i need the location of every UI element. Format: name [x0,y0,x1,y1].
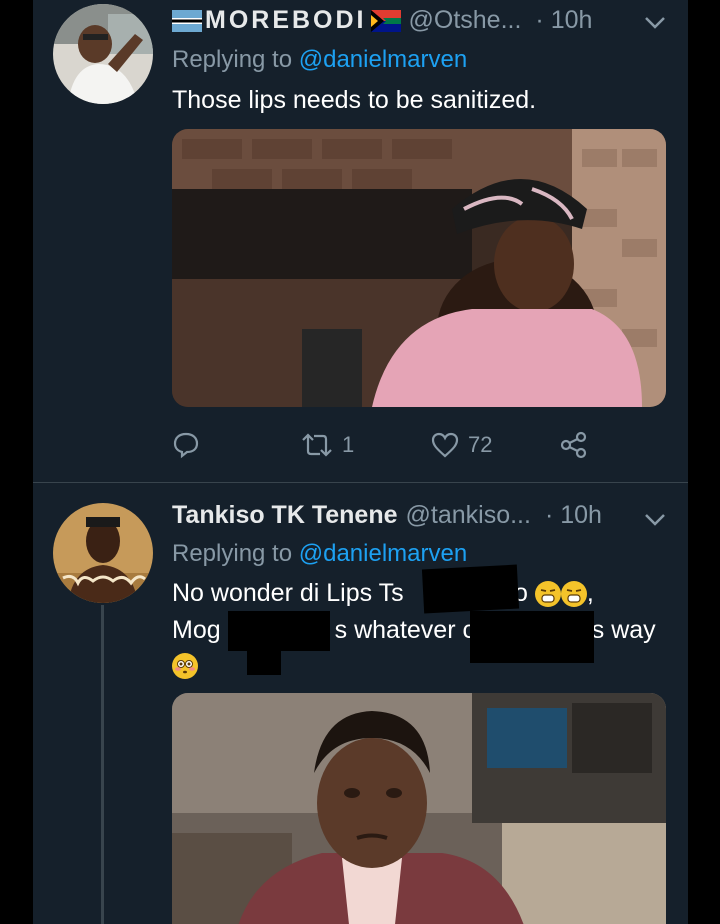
timestamp[interactable]: · 10h [545,501,602,530]
user-handle[interactable]: @tankiso... [406,501,531,530]
tweet-header: Tankiso TK Tenene @tankiso... · 10h [172,501,602,530]
tweet-2[interactable]: Tankiso TK Tenene @tankiso... · 10h Repl… [33,483,688,924]
avatar[interactable] [53,503,153,603]
text-segment: s whatever c [334,616,475,644]
tweet-image[interactable] [172,693,666,924]
retweet-count: 1 [342,432,355,457]
text-segment: , [586,579,594,607]
retweet-icon [302,433,332,457]
replying-to: Replying to @danielmarven [172,540,467,568]
redaction-bar [470,611,594,663]
share-button[interactable] [559,430,589,460]
retweet-button[interactable]: 1 [300,432,354,458]
display-name[interactable]: MOREBODI [205,6,367,35]
avatar[interactable] [53,4,153,104]
replying-to: Replying to @danielmarven [172,46,467,74]
replying-prefix: Replying to [172,540,299,567]
reply-icon [173,432,199,459]
user-handle[interactable]: @Otshe... [409,6,522,35]
south-africa-flag-icon [370,9,401,32]
chevron-down-icon[interactable] [644,10,666,36]
botswana-flag-icon [172,9,202,32]
like-button[interactable]: 72 [430,431,492,459]
timestamp[interactable]: · 10h [535,6,592,35]
reply-button[interactable] [172,431,200,459]
thread-line [101,605,104,924]
display-name[interactable]: Tankiso TK Tenene [172,501,398,530]
redaction-bar [421,564,520,614]
replying-prefix: Replying to [172,46,299,73]
like-count: 72 [468,432,493,457]
mention-link[interactable]: @danielmarven [299,540,467,567]
tweet-image[interactable] [172,129,666,407]
timeline: MOREBODI @Otshe... · 10h Replying to @da… [33,0,688,924]
text-segment: Mog [172,616,221,644]
anguished-face-emoji [560,581,587,608]
tweet-header: MOREBODI @Otshe... · 10h [172,6,678,35]
redaction-bar [247,643,281,675]
tweet-actions: 1 72 [172,428,666,462]
tweet-1[interactable]: MOREBODI @Otshe... · 10h Replying to @da… [33,0,688,482]
flushed-face-emoji [172,653,198,680]
chevron-down-icon[interactable] [644,507,666,533]
tweet-text-line-3 [172,651,198,680]
share-icon [560,431,587,459]
text-segment: No wonder di Lips Ts [172,579,404,607]
tweet-text: Those lips needs to be sanitized. [172,86,537,114]
tweet-text-line-1: No wonder di Lips Tssoo , [172,579,594,608]
anguished-face-emoji [534,581,561,608]
heart-icon [431,432,459,458]
mention-link[interactable]: @danielmarven [299,46,467,73]
text-segment: 's way [586,616,656,644]
